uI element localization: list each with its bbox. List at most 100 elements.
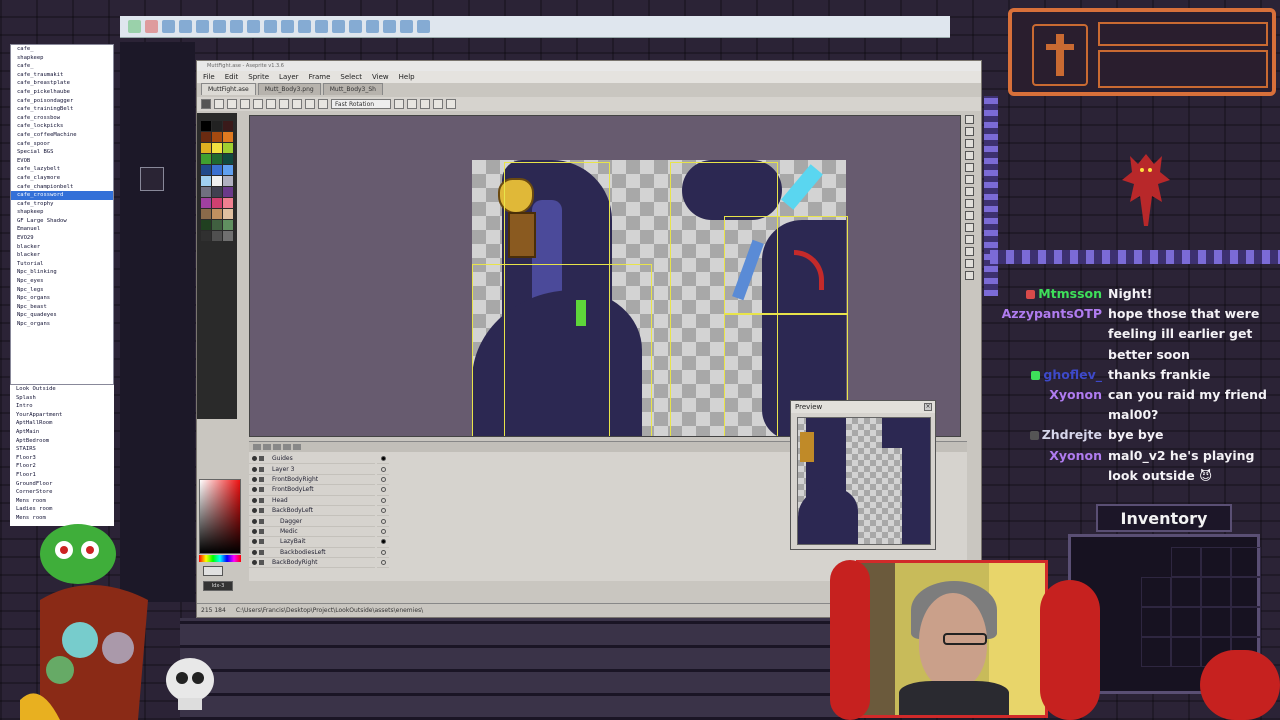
tool-button[interactable]	[279, 99, 289, 109]
tree-item[interactable]: cafe_crossbow	[11, 114, 113, 123]
menu-sprite[interactable]: Sprite	[248, 71, 269, 83]
cel[interactable]	[377, 537, 389, 548]
palette-swatch[interactable]	[212, 165, 222, 175]
palette-swatch[interactable]	[201, 165, 211, 175]
tool-icon[interactable]	[264, 20, 277, 33]
layer-row[interactable]: FrontBodyRight	[249, 475, 375, 486]
lock-icon[interactable]	[259, 487, 264, 493]
eye-icon[interactable]	[252, 497, 257, 503]
cel[interactable]	[377, 558, 389, 569]
tool-button[interactable]	[446, 99, 456, 109]
layer-row[interactable]: Head	[249, 496, 375, 506]
lock-icon[interactable]	[259, 528, 264, 534]
layer-row[interactable]: Layer 3	[249, 464, 375, 475]
tab-mutt-body3-sh[interactable]: Mutt_Body3_Sh	[322, 83, 383, 95]
cel[interactable]	[377, 516, 389, 527]
play-button[interactable]	[273, 444, 281, 450]
layer-row[interactable]: BackBodyLeft	[249, 506, 375, 517]
map-tree-item[interactable]: AptMain	[10, 428, 114, 437]
layer-row[interactable]: Dagger	[249, 516, 375, 527]
tree-item[interactable]: cafe_spoor	[11, 140, 113, 149]
prev-frame-button[interactable]	[263, 444, 271, 450]
menu-layer[interactable]: Layer	[279, 71, 299, 83]
foreground-color-swatch[interactable]	[203, 566, 223, 576]
lock-icon[interactable]	[259, 508, 264, 514]
palette-swatch[interactable]	[201, 132, 211, 142]
tool-icon[interactable]	[332, 20, 345, 33]
menu-edit[interactable]: Edit	[225, 71, 239, 83]
rotation-algorithm-select[interactable]: Fast Rotation	[331, 99, 391, 109]
layer-row[interactable]: Medic	[249, 527, 375, 538]
palette-swatch[interactable]	[223, 220, 233, 230]
map-tree-item[interactable]: Ladies room	[10, 505, 114, 514]
cel[interactable]	[377, 496, 389, 506]
lock-icon[interactable]	[259, 539, 264, 545]
tool-icon[interactable]	[162, 20, 175, 33]
tree-item[interactable]: cafe_coffeeMachine	[11, 131, 113, 140]
layer-row[interactable]: LazyBait	[249, 537, 375, 548]
palette-swatch[interactable]	[212, 187, 222, 197]
first-frame-button[interactable]	[253, 444, 261, 450]
eye-icon[interactable]	[252, 528, 257, 534]
blur-tool[interactable]	[965, 259, 974, 268]
menu-help[interactable]: Help	[399, 71, 415, 83]
tree-item[interactable]: cafe_crossword	[11, 191, 113, 200]
palette-swatch[interactable]	[212, 198, 222, 208]
tool-icon[interactable]	[179, 20, 192, 33]
delete-icon[interactable]	[145, 20, 158, 33]
palette-swatch[interactable]	[201, 187, 211, 197]
move-tool[interactable]	[965, 199, 974, 208]
palette-swatch[interactable]	[201, 154, 211, 164]
map-tree-item[interactable]: AptBedroom	[10, 437, 114, 446]
map-tree-item[interactable]: Floor2	[10, 462, 114, 471]
map-tree-item[interactable]: Mens room	[10, 497, 114, 506]
tool-icon[interactable]	[230, 20, 243, 33]
map-tree-item[interactable]: Splash	[10, 394, 114, 403]
text-tool[interactable]	[965, 271, 974, 280]
shape-tool[interactable]	[965, 247, 974, 256]
cel[interactable]	[377, 475, 389, 486]
map-tree-item[interactable]: AptHallRoom	[10, 419, 114, 428]
eye-icon[interactable]	[252, 487, 257, 493]
eye-icon[interactable]	[252, 560, 257, 566]
bucket-tool[interactable]	[965, 211, 974, 220]
eyedropper-tool[interactable]	[965, 175, 974, 184]
close-icon[interactable]: ×	[924, 403, 932, 411]
tab-muttfight[interactable]: MuttFight.ase	[201, 83, 256, 95]
eye-icon[interactable]	[252, 549, 257, 555]
sprite-canvas[interactable]	[249, 115, 961, 437]
lock-icon[interactable]	[259, 518, 264, 524]
cel[interactable]	[377, 454, 389, 465]
palette-swatch[interactable]	[223, 209, 233, 219]
tree-item[interactable]: EVOB	[11, 157, 113, 166]
menu-file[interactable]: File	[203, 71, 215, 83]
color-palette[interactable]	[197, 113, 237, 419]
tree-item[interactable]: Npc_blinking	[11, 268, 113, 277]
tree-item[interactable]: cafe_claymore	[11, 174, 113, 183]
palette-swatch[interactable]	[212, 209, 222, 219]
lock-icon[interactable]	[259, 560, 264, 566]
palette-swatch[interactable]	[212, 231, 222, 241]
last-frame-button[interactable]	[293, 444, 301, 450]
lock-icon[interactable]	[259, 549, 264, 555]
marquee-tool[interactable]	[965, 115, 974, 124]
tool-icon[interactable]	[349, 20, 362, 33]
tree-item[interactable]: cafe_breastplate	[11, 79, 113, 88]
tree-item[interactable]: cafe_championbelt	[11, 183, 113, 192]
palette-swatch[interactable]	[223, 143, 233, 153]
tool-icon[interactable]	[366, 20, 379, 33]
lasso-tool[interactable]	[965, 127, 974, 136]
tool-button[interactable]	[292, 99, 302, 109]
tree-item[interactable]: cafe_pickelhaube	[11, 88, 113, 97]
layer-row[interactable]: BackbodiesLeft	[249, 548, 375, 558]
selection-mode-button[interactable]	[240, 99, 250, 109]
tab-mutt-body3[interactable]: Mutt_Body3.png	[257, 83, 321, 95]
map-tree-item[interactable]: Floor1	[10, 471, 114, 480]
tree-item[interactable]: Npc_beast	[11, 303, 113, 312]
tree-item[interactable]: GF Large Shadow	[11, 217, 113, 226]
tree-item[interactable]: cafe_lockpicks	[11, 122, 113, 131]
palette-swatch[interactable]	[212, 143, 222, 153]
map-tree-item[interactable]: STAIRS	[10, 445, 114, 454]
tree-item[interactable]: cafe_trainingBelt	[11, 105, 113, 114]
tree-item[interactable]: Npc_organs	[11, 294, 113, 303]
